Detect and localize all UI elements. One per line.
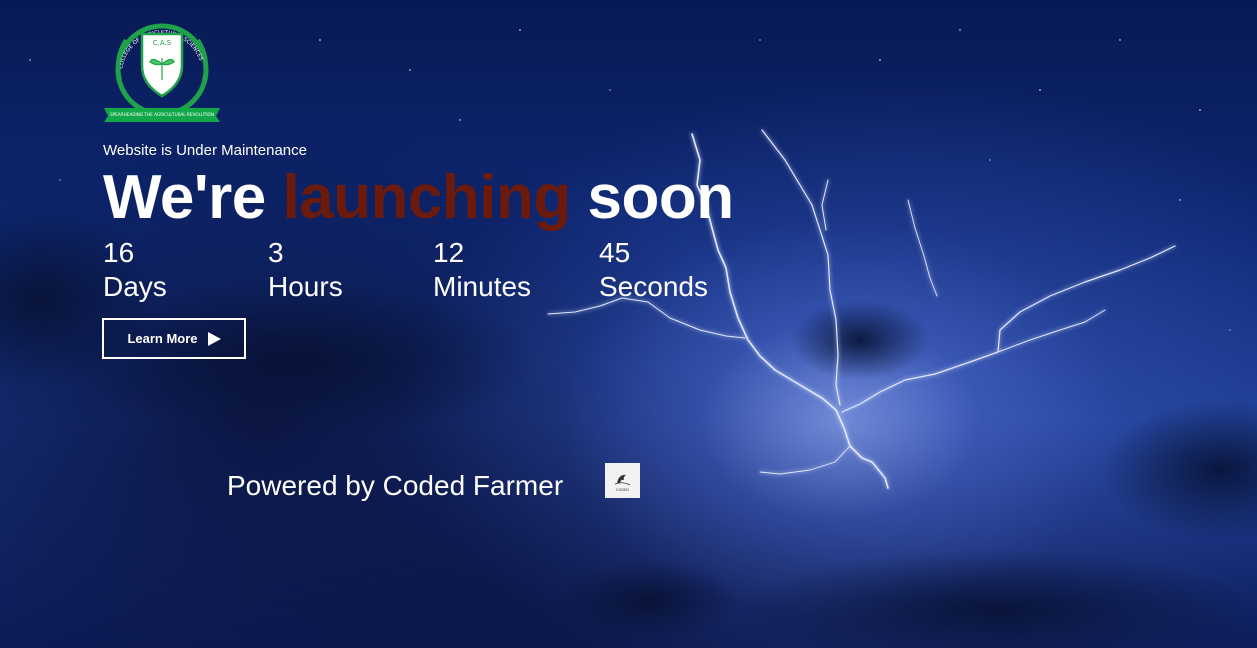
play-icon (207, 331, 221, 346)
countdown-minutes: 12 Minutes (433, 236, 593, 304)
countdown-unit: Hours (268, 271, 343, 302)
page-headline: We're launching soon (103, 160, 734, 236)
college-logo: COLLEGE OF AGRICULTURAL SCIENCES C.A.S S… (104, 23, 220, 122)
partner-logo-text: CODED (616, 488, 629, 492)
learn-more-label: Learn More (127, 331, 198, 346)
headline-suffix: soon (587, 163, 734, 232)
countdown-value: 12 (433, 237, 465, 268)
countdown-unit: Days (103, 271, 167, 302)
powered-by-text: Powered by Coded Farmer (227, 470, 564, 501)
countdown-unit: Seconds (599, 271, 708, 302)
countdown-seconds: 45 Seconds (599, 236, 759, 304)
countdown-value: 16 (103, 237, 135, 268)
headline-prefix: We're (103, 163, 266, 232)
learn-more-button[interactable]: Learn More (102, 318, 246, 359)
maintenance-page: COLLEGE OF AGRICULTURAL SCIENCES C.A.S S… (0, 0, 1257, 648)
countdown-value: 45 (599, 237, 631, 268)
maintenance-subtitle: Website is Under Maintenance (103, 142, 307, 159)
coded-farmer-logo: CODED (605, 463, 640, 498)
ribbon-text: SPEARHEADING THE AGRICULTURAL REVOLUTION (110, 112, 214, 117)
countdown-unit: Minutes (433, 271, 532, 302)
countdown-days: 16 Days (103, 236, 263, 304)
headline-accent: launching (282, 163, 571, 232)
shield-text: C.A.S (153, 39, 172, 47)
countdown-hours: 3 Hours (268, 236, 428, 304)
countdown-value: 3 (268, 237, 284, 268)
